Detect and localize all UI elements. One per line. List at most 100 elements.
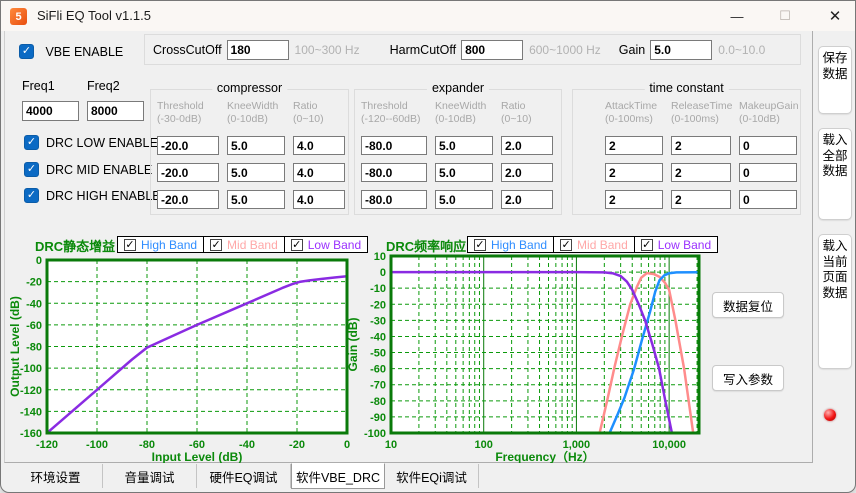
freq_response-ylabel: Gain (dB) <box>348 318 360 372</box>
drc-mid-enable-row: DRC MID ENABLE <box>24 162 152 177</box>
time_constant-releasetime-header: ReleaseTime (0-100ms) <box>671 100 733 125</box>
compressor-ratio-row3-input[interactable] <box>293 190 345 209</box>
expander-ratio-row1-input[interactable] <box>501 136 553 155</box>
gain-label: Gain <box>618 42 646 57</box>
freq-response-chart: 100-10-20-30-40-50-60-70-80-90-10010 100 1… <box>348 251 701 463</box>
tab-page-vbe-drc: VBE ENABLE CrossCutOff 100~300 Hz HarmCu… <box>4 31 813 463</box>
compressor-ratio-row2-input[interactable] <box>293 163 345 182</box>
load-current-page-data-button[interactable]: 载入当前页面数据 <box>818 234 852 369</box>
expander-kneewidth-row1-input[interactable] <box>435 136 493 155</box>
save-data-button[interactable]: 保存数据 <box>818 46 852 114</box>
freq_response-ytick: -30 <box>370 315 386 327</box>
static_gain-ytick: -40 <box>26 298 42 310</box>
time_constant-releasetime-row2-input[interactable] <box>671 163 731 182</box>
time_constant-attacktime-row1-input[interactable] <box>605 136 663 155</box>
load-all-data-button[interactable]: 载入全部数据 <box>818 128 852 220</box>
time_constant-releasetime-row3-input[interactable] <box>671 190 731 209</box>
freq1-input[interactable] <box>22 101 79 121</box>
compressor-kneewidth-row1-input[interactable] <box>227 136 285 155</box>
harmcutoff-label: HarmCutOff <box>389 42 457 57</box>
freq1-label: Freq1 <box>22 79 55 93</box>
compressor-threshold-header: Threshold (-30-0dB) <box>157 100 204 125</box>
freq_response-xtick: 10 <box>385 439 397 451</box>
static_gain-ytick: -60 <box>26 320 42 332</box>
gain-input[interactable] <box>650 39 713 60</box>
static_gain-xtick: -20 <box>289 439 305 451</box>
freq_response-ytick: -20 <box>370 299 386 311</box>
expander-ratio-row2-input[interactable] <box>501 163 553 182</box>
tab-音量调试[interactable]: 音量调试 <box>103 464 197 488</box>
minimize-button[interactable]: — <box>715 1 759 31</box>
freq_response-ytick: -90 <box>370 412 386 424</box>
freq_response-xtick: 100 <box>475 439 493 451</box>
app-logo-icon: 5 <box>10 8 27 25</box>
time_constant-makeupgain-row2-input[interactable] <box>739 163 797 182</box>
time_constant-attacktime-row3-input[interactable] <box>605 190 663 209</box>
compressor-grid: Threshold (-30-0dB) KneeWidth (0-10dB) Ratio… <box>151 90 348 209</box>
vbe-enable-checkbox[interactable] <box>19 44 34 60</box>
time-constant-group: time constant AttackTime (0-100ms) Release… <box>572 81 801 215</box>
close-button[interactable]: ✕ <box>813 1 855 31</box>
expander-kneewidth-row3-input[interactable] <box>435 190 493 209</box>
static_gain-ylabel: Output Level (dB) <box>10 296 22 397</box>
freq_response-ytick: -40 <box>370 331 386 343</box>
expander-threshold-row1-input[interactable] <box>361 136 427 155</box>
compressor-group: compressor Threshold (-30-0dB) KneeWidth (0… <box>150 81 349 215</box>
compressor-ratio-header: Ratio (0~10) <box>293 100 324 125</box>
time_constant-attacktime-row2-input[interactable] <box>605 163 663 182</box>
write-params-button[interactable]: 写入参数 <box>712 365 784 391</box>
static_gain-ytick: -80 <box>26 342 42 354</box>
drc-low-enable-checkbox[interactable] <box>24 135 39 150</box>
static_gain-ytick: 0 <box>36 255 42 267</box>
vbe-settings-panel: CrossCutOff 100~300 Hz HarmCutOff 600~10… <box>144 34 801 65</box>
drc-mid-enable-label: DRC MID ENABLE <box>46 162 153 177</box>
harmcutoff-hint: 600~1000 Hz <box>529 42 601 57</box>
freq_response-ytick: 10 <box>374 251 386 263</box>
data-reset-button[interactable]: 数据复位 <box>712 292 784 318</box>
static_gain-xlabel: Input Level (dB) <box>152 450 243 463</box>
static_gain-ytick: -100 <box>20 363 42 375</box>
time_constant-makeupgain-row3-input[interactable] <box>739 190 797 209</box>
harmcutoff-input[interactable] <box>461 39 524 60</box>
expander-kneewidth-row2-input[interactable] <box>435 163 493 182</box>
tab-软件VBE_DRC[interactable]: 软件VBE_DRC <box>291 463 385 489</box>
tab-环境设置[interactable]: 环境设置 <box>9 464 103 488</box>
gain-hint: 0.0~10.0 <box>718 42 766 57</box>
freq2-input[interactable] <box>87 101 144 121</box>
expander-threshold-row3-input[interactable] <box>361 190 427 209</box>
tab-软件EQi调试[interactable]: 软件EQi调试 <box>385 464 479 488</box>
static_gain-ytick: -20 <box>26 277 42 289</box>
compressor-kneewidth-row2-input[interactable] <box>227 163 285 182</box>
drc-high-enable-row: DRC HIGH ENABLE <box>24 188 161 203</box>
freq_response-xtick: 10,000 <box>652 439 686 451</box>
time-constant-grid: AttackTime (0-100ms) ReleaseTime (0-100ms) M… <box>573 90 800 209</box>
expander-kneewidth-header: KneeWidth (0-10dB) <box>435 100 487 125</box>
compressor-kneewidth-row3-input[interactable] <box>227 190 285 209</box>
freq_response-ytick: -80 <box>370 396 386 408</box>
freq_response-ytick: 0 <box>380 267 386 279</box>
expander-ratio-header: Ratio (0~10) <box>501 100 532 125</box>
freq_response-ytick: -50 <box>370 348 386 360</box>
compressor-threshold-row2-input[interactable] <box>157 163 219 182</box>
time_constant-makeupgain-header: MakeupGain (0-10dB) <box>739 100 799 125</box>
drc-high-enable-checkbox[interactable] <box>24 188 39 203</box>
time_constant-releasetime-row1-input[interactable] <box>671 136 731 155</box>
drc-high-enable-label: DRC HIGH ENABLE <box>46 188 161 203</box>
static_gain-ytick: -140 <box>20 406 42 418</box>
compressor-threshold-row3-input[interactable] <box>157 190 219 209</box>
freq_response-ytick: -60 <box>370 364 386 376</box>
maximize-button: ☐ <box>779 8 791 23</box>
static-gain-chart: 0-20-40-60-80-100-120-140-160-120 -100 -80… <box>10 255 350 463</box>
app-window: 5 SiFli EQ Tool v1.1.5 — ☐ ✕ VBE ENABLE … <box>0 0 856 493</box>
compressor-ratio-row1-input[interactable] <box>293 136 345 155</box>
time_constant-makeupgain-row1-input[interactable] <box>739 136 797 155</box>
tab-硬件EQ调试[interactable]: 硬件EQ调试 <box>197 464 291 488</box>
static_gain-xtick: -100 <box>86 439 108 451</box>
compressor-threshold-row1-input[interactable] <box>157 136 219 155</box>
drc-mid-enable-checkbox[interactable] <box>24 162 39 177</box>
time-constant-group-title: time constant <box>644 81 729 95</box>
expander-threshold-row2-input[interactable] <box>361 163 427 182</box>
window-title: SiFli EQ Tool v1.1.5 <box>37 8 151 23</box>
expander-ratio-row3-input[interactable] <box>501 190 553 209</box>
crosscutoff-input[interactable] <box>226 39 289 60</box>
